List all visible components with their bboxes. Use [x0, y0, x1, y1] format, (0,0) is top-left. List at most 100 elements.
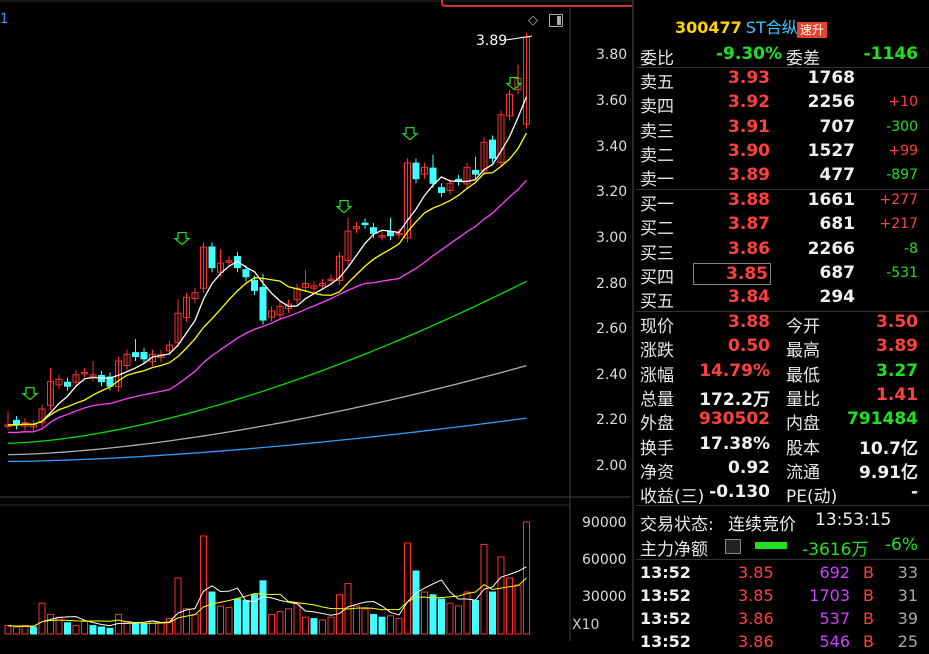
list-icon[interactable]: [725, 539, 741, 554]
kline-chart[interactable]: [0, 0, 630, 641]
divider: [636, 505, 929, 506]
level-change: -531: [886, 264, 918, 281]
stat-value: 0.50: [728, 336, 770, 357]
stat-value: 930502: [699, 409, 770, 430]
ask-row[interactable]: 卖三 3.91 707 -300: [640, 117, 925, 142]
level-label: 卖四: [640, 97, 674, 118]
volume-bar: [310, 618, 318, 635]
level-volume: 477: [819, 165, 856, 186]
panel-toggle-icon[interactable]: [549, 14, 563, 27]
ma20-line: [8, 179, 527, 434]
y-tick: 2.40: [596, 367, 628, 383]
ask-row[interactable]: 卖一 3.89 477 -897: [640, 165, 925, 191]
stat-value: 172.2万: [699, 389, 770, 410]
volume-bar: [302, 616, 309, 635]
volume-bar: [225, 606, 233, 635]
signal-arrow-icon: [401, 127, 419, 141]
level-label: 卖一: [640, 170, 674, 191]
tick-time: 13:52: [640, 586, 691, 605]
stat-label: 总量: [640, 389, 674, 410]
tick-volume: 546: [819, 632, 850, 651]
vol-unit-label: X10: [572, 617, 600, 633]
volume-bar: [472, 599, 479, 635]
last-price-label: 3.89: [476, 33, 508, 49]
tick-row[interactable]: 13:52 3.86 546 B 25: [640, 632, 925, 654]
signal-arrow-icon: [335, 200, 353, 214]
bid-row[interactable]: 买五 3.84 294: [640, 287, 925, 312]
stat-row: 现价 3.88 今开 3.50: [640, 312, 925, 337]
tick-price: 3.85: [738, 586, 774, 605]
candle-body: [242, 269, 250, 278]
y-tick: 2.60: [596, 321, 628, 337]
stat-label: 流通: [786, 462, 820, 483]
bid-row[interactable]: 买三 3.86 2266 -8: [640, 238, 925, 264]
y-tick: 2.20: [596, 412, 628, 428]
level-volume: 2266: [807, 238, 855, 259]
status-label: 交易状态:: [640, 515, 714, 535]
volume-bar: [285, 608, 292, 635]
stat-label: 净资: [640, 462, 674, 483]
main-flow-pct: -6%: [884, 535, 918, 555]
tick-count: 39: [897, 609, 918, 628]
bid-row[interactable]: 买一 3.88 1661 +277: [640, 190, 925, 215]
diamond-icon[interactable]: ◇: [528, 13, 538, 28]
tick-volume: 537: [819, 609, 850, 628]
weibi-row: 委比 -9.30% 委差 -1146: [640, 44, 925, 69]
tick-row[interactable]: 13:52 3.85 692 B 33: [640, 563, 925, 585]
volume-bar: [166, 618, 173, 635]
volume-bar: [463, 591, 471, 635]
stock-name: ST合纵: [745, 18, 798, 37]
candle-body: [438, 187, 445, 193]
tick-volume: 692: [819, 563, 850, 582]
stat-value: 0.92: [728, 457, 770, 478]
corner-label: 1: [0, 12, 9, 27]
level-label: 卖二: [640, 145, 674, 166]
volume-bar: [81, 620, 88, 635]
tick-row[interactable]: 13:52 3.86 537 B 39: [640, 609, 925, 631]
main-flow-row[interactable]: 主力净额 -3616万 -6%: [640, 535, 925, 560]
volume-bar: [395, 618, 403, 635]
volume-bar: [276, 611, 284, 635]
volume-bar: [132, 622, 139, 635]
stat-value: 14.79%: [699, 360, 770, 381]
main-flow-label: 主力净额: [640, 540, 708, 560]
bid-row[interactable]: 买四 3.85 687 -531: [640, 262, 925, 288]
volume-bar: [514, 584, 522, 635]
level-price: 3.90: [728, 140, 770, 161]
level-label: 买一: [640, 195, 674, 215]
tick-side: B: [863, 563, 874, 582]
y-tick: 3.80: [596, 47, 628, 63]
level-price: 3.92: [728, 92, 770, 113]
kline-svg[interactable]: [0, 0, 630, 641]
bid-row[interactable]: 买二 3.87 681 +217: [640, 214, 925, 239]
ask-row[interactable]: 卖二 3.90 1527 +99: [640, 140, 925, 166]
tick-row[interactable]: 13:52 3.85 1703 B 31: [640, 586, 925, 608]
ask-row[interactable]: 卖四 3.92 2256 +10: [640, 92, 925, 118]
volume-bar: [157, 622, 165, 635]
y-tick: 3.00: [596, 230, 628, 246]
level-price: 3.87: [728, 214, 770, 235]
stat-value: 17.38%: [699, 433, 770, 454]
volume-bar: [327, 616, 335, 635]
level-label: 卖三: [640, 121, 674, 142]
ask-row[interactable]: 卖五 3.93 1768: [640, 68, 925, 93]
volume-bar: [13, 626, 20, 635]
status-time: 13:53:15: [815, 510, 892, 530]
volume-bar: [353, 605, 360, 635]
level-change: +277: [879, 192, 918, 208]
tick-side: B: [863, 632, 874, 651]
divider: [636, 559, 929, 560]
volume-bar: [378, 616, 386, 635]
volume-bar: [4, 625, 12, 635]
level-change: -300: [886, 118, 918, 135]
level-volume: 1527: [807, 140, 855, 161]
stat-label: PE(动): [786, 487, 838, 508]
volume-bar: [200, 535, 207, 635]
stat-label: 股本: [786, 438, 820, 459]
stat-row: 总量 172.2万 量比 1.41: [640, 385, 925, 410]
stat-value: 10.7亿: [859, 438, 918, 459]
volume-bar: [293, 602, 301, 635]
level-change: -8: [904, 240, 918, 257]
volume-bar: [438, 598, 445, 635]
status-value: 连续竞价: [728, 515, 796, 535]
